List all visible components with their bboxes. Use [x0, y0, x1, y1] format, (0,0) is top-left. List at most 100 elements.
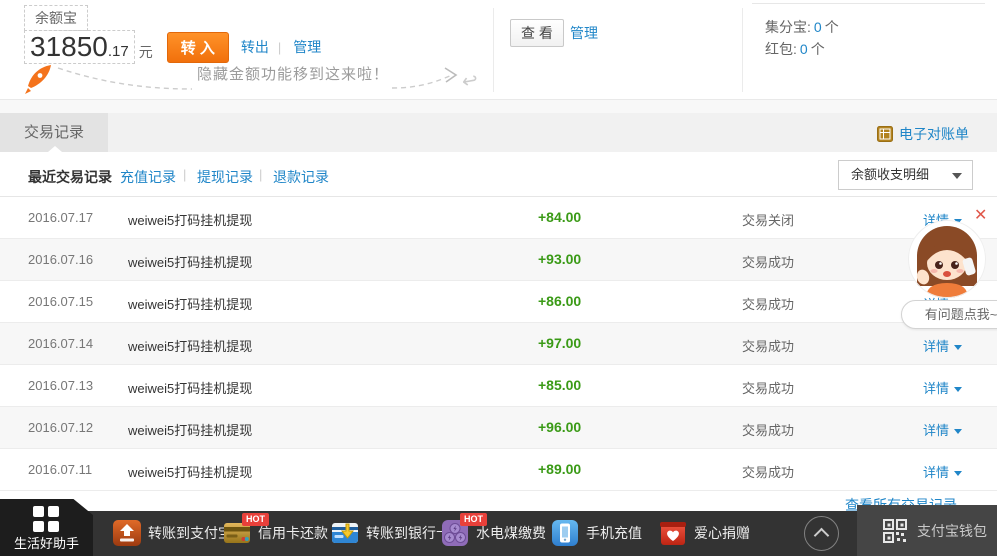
row-amount: +86.00 [538, 293, 581, 309]
details-label: 详情 [923, 423, 949, 438]
taskbar-item-label: 手机充值 [586, 523, 642, 543]
details-label: 详情 [923, 465, 949, 480]
taskbar-item-label: 转账到银行卡 [366, 523, 450, 543]
row-description: weiwei5打码挂机提现 [128, 462, 252, 481]
phone-icon [550, 518, 580, 548]
row-amount: +84.00 [538, 209, 581, 225]
alipay-balance-page: 余额宝 31850 .17 元 转 入 转出 | 管理 隐藏金额功能移到这来啦！… [0, 0, 997, 556]
hongbao-value[interactable]: 0 [800, 41, 808, 57]
row-status: 交易关闭 [742, 210, 794, 229]
row-status: 交易成功 [742, 420, 794, 439]
taskbar-item-phone-recharge[interactable]: 手机充值 [550, 518, 642, 548]
taskbar-item-utilities-payment[interactable]: HOT 水电煤缴费 [440, 518, 546, 548]
taskbar-item-transfer-to-bank-card[interactable]: 转账到银行卡 [330, 518, 450, 548]
transfer-out-link[interactable]: 转出 [241, 37, 269, 57]
row-amount: +85.00 [538, 377, 581, 393]
table-row: 2016.07.15 weiwei5打码挂机提现 +86.00 交易成功 详情 [0, 281, 997, 323]
bank-card-icon [330, 518, 360, 548]
account-summary-section: 余额宝 31850 .17 元 转 入 转出 | 管理 隐藏金额功能移到这来啦！… [0, 0, 997, 100]
refund-records-link[interactable]: 退款记录 [273, 167, 329, 187]
row-status: 交易成功 [742, 294, 794, 313]
divider: | [183, 167, 186, 182]
statement-icon [877, 126, 893, 142]
hongbao-label: 红包: [765, 41, 797, 57]
taskbar-item-charity-donation[interactable]: 爱心捐赠 [658, 518, 750, 548]
row-status: 交易成功 [742, 462, 794, 481]
divider [752, 3, 985, 4]
taskbar-home-tab[interactable]: 生活好助手 [0, 499, 93, 556]
table-row: 2016.07.17 weiwei5打码挂机提现 +84.00 交易关闭 详情 [0, 197, 997, 239]
row-details-link[interactable]: 详情 [923, 336, 962, 355]
chevron-down-icon [954, 345, 962, 350]
row-status: 交易成功 [742, 378, 794, 397]
table-row: 2016.07.13 weiwei5打码挂机提现 +85.00 交易成功 详情 [0, 365, 997, 407]
divider: | [278, 40, 281, 55]
row-amount: +97.00 [538, 335, 581, 351]
transaction-table: 2016.07.17 weiwei5打码挂机提现 +84.00 交易关闭 详情 … [0, 196, 997, 491]
band-strip [0, 100, 997, 113]
qr-code-icon [882, 518, 908, 544]
statement-label: 电子对账单 [899, 124, 969, 144]
taskbar-item-label: 爱心捐赠 [694, 523, 750, 543]
tab-band: 交易记录 电子对账单 [0, 113, 997, 152]
wallet-label: 支付宝钱包 [917, 521, 987, 541]
details-label: 详情 [923, 339, 949, 354]
row-status: 交易成功 [742, 336, 794, 355]
recharge-records-link[interactable]: 充值记录 [120, 167, 176, 187]
yuebao-label[interactable]: 余额宝 [24, 5, 88, 31]
divider [742, 8, 743, 92]
hongbao-row: 红包:0个 [765, 39, 825, 59]
table-row: 2016.07.16 weiwei5打码挂机提现 +93.00 交易成功 详情 [0, 239, 997, 281]
table-row: 2016.07.12 weiwei5打码挂机提现 +96.00 交易成功 详情 [0, 407, 997, 449]
table-row: 2016.07.14 weiwei5打码挂机提现 +97.00 交易成功 详情 [0, 323, 997, 365]
yuebao-manage-link[interactable]: 管理 [293, 37, 321, 57]
rocket-icon [25, 65, 51, 94]
hide-amount-hint-text: 隐藏金额功能移到这来啦！ [197, 63, 389, 84]
grid-icon [33, 506, 59, 532]
chevron-down-icon [954, 387, 962, 392]
row-description: weiwei5打码挂机提现 [128, 336, 252, 355]
taskbar-item-credit-card-repay[interactable]: HOT 信用卡还款 [222, 518, 328, 548]
details-label: 详情 [923, 381, 949, 396]
jifenbao-unit: 个 [825, 19, 839, 35]
view-balance-button[interactable]: 查 看 [510, 19, 564, 47]
e-statement-link[interactable]: 电子对账单 [877, 124, 969, 144]
withdraw-records-link[interactable]: 提现记录 [197, 167, 253, 187]
jifenbao-label: 集分宝: [765, 19, 811, 35]
taskbar-item-transfer-to-alipay[interactable]: 转账到支付宝 [112, 518, 232, 548]
row-date: 2016.07.17 [28, 210, 93, 225]
row-details-link[interactable]: 详情 [923, 462, 962, 481]
hot-badge: HOT [460, 513, 487, 526]
jifenbao-row: 集分宝:0个 [765, 17, 839, 37]
chevron-down-icon [954, 471, 962, 476]
row-date: 2016.07.13 [28, 378, 93, 393]
chevron-down-icon [954, 429, 962, 434]
row-date: 2016.07.16 [28, 252, 93, 267]
transfer-to-alipay-icon [112, 518, 142, 548]
row-description: weiwei5打码挂机提现 [128, 378, 252, 397]
row-description: weiwei5打码挂机提现 [128, 252, 252, 271]
row-date: 2016.07.11 [28, 462, 92, 477]
row-status: 交易成功 [742, 252, 794, 271]
assistant-avatar[interactable] [908, 220, 986, 298]
row-description: weiwei5打码挂机提现 [128, 420, 252, 439]
row-amount: +93.00 [538, 251, 581, 267]
filter-row: 最近交易记录 充值记录 | 提现记录 | 退款记录 余额收支明细 [0, 152, 997, 196]
row-details-link[interactable]: 详情 [923, 420, 962, 439]
row-details-link[interactable]: 详情 [923, 378, 962, 397]
record-type-dropdown[interactable]: 余额收支明细 [838, 160, 973, 190]
home-tab-label: 生活好助手 [0, 533, 93, 552]
divider: | [259, 167, 262, 182]
jifenbao-value[interactable]: 0 [814, 19, 822, 35]
taskbar-item-label: 信用卡还款 [258, 523, 328, 543]
hongbao-unit: 个 [811, 41, 825, 57]
chevron-down-icon [952, 173, 962, 179]
row-description: weiwei5打码挂机提现 [128, 210, 252, 229]
assistant-tooltip[interactable]: 有问题点我~ [901, 300, 997, 329]
balance-manage-link[interactable]: 管理 [570, 23, 598, 43]
collapse-taskbar-button[interactable] [804, 516, 839, 551]
row-date: 2016.07.12 [28, 420, 93, 435]
alipay-wallet-section[interactable]: 支付宝钱包 [857, 505, 997, 556]
taskbar: 转账到支付宝 HOT 信用卡还款 转账到银行卡 [0, 511, 997, 556]
divider [493, 8, 494, 92]
